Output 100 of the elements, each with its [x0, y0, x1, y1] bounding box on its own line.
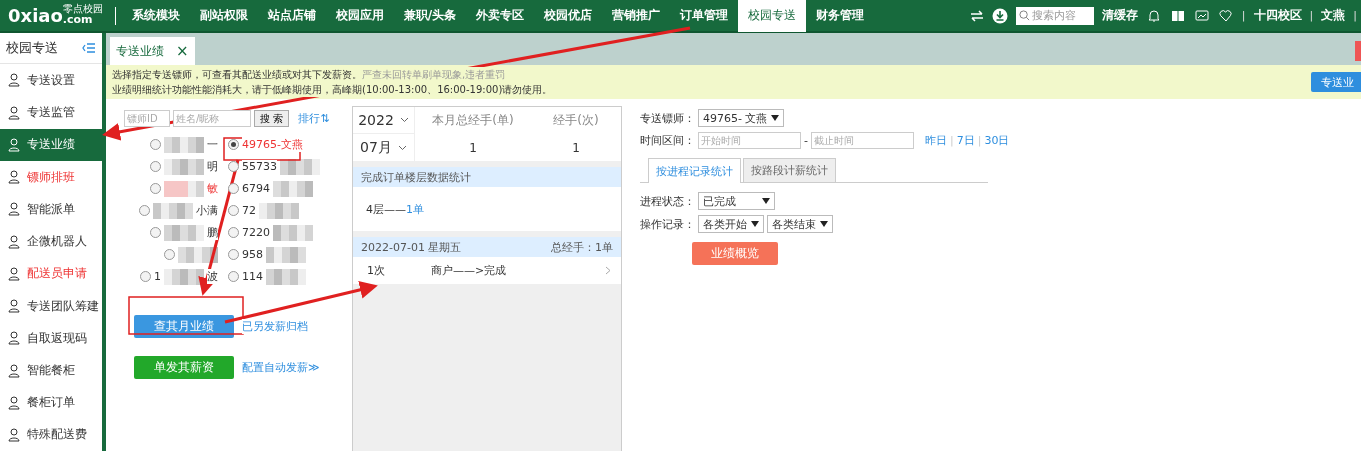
performance-button[interactable]: 专送业 [1311, 72, 1361, 92]
person-icon [8, 427, 22, 442]
end-record-select[interactable]: 各类结束 [767, 215, 833, 233]
name-field[interactable]: 姓名/昵称 [173, 110, 251, 127]
divider-text: | [1309, 9, 1314, 22]
divider-text: | [1241, 9, 1246, 22]
nav-tab[interactable]: 校园专送 [738, 0, 807, 32]
radio-button[interactable] [150, 183, 161, 194]
month-select[interactable]: 07月 [360, 138, 407, 157]
quick-range-link[interactable]: 30日 [984, 133, 1010, 148]
ranking-link[interactable]: 排行⇅ [298, 111, 330, 126]
chevron-down-icon [399, 117, 409, 123]
column-header: 经手(次) [553, 112, 599, 129]
sidebar-title: 校园专送 [6, 39, 58, 58]
start-record-select[interactable]: 各类开始 [698, 215, 764, 233]
courier-option[interactable]: 敏 [124, 180, 220, 197]
heart-icon [1217, 7, 1234, 24]
person-icon [8, 266, 22, 281]
search-button[interactable]: 搜 索 [254, 110, 290, 127]
person-icon [8, 299, 22, 314]
person-icon [8, 202, 22, 217]
radio-button[interactable] [139, 205, 150, 216]
radio-button[interactable] [228, 227, 239, 238]
radio-button[interactable] [228, 271, 239, 282]
start-time-field[interactable]: 开始时间 [698, 132, 801, 149]
nav-tab[interactable]: 兼职/头条 [393, 0, 467, 32]
quick-range-link[interactable]: 7日 [956, 133, 975, 148]
stats-tab[interactable]: 按路段计薪统计 [743, 158, 836, 182]
floor-label: 4层—— [366, 201, 406, 217]
courier-option[interactable]: 鹏 [124, 224, 220, 241]
radio-button[interactable] [228, 205, 239, 216]
date-heading: 2022-07-01 星期五 [361, 239, 462, 255]
courier-option[interactable]: 一 [124, 136, 220, 153]
radio-button[interactable] [150, 227, 161, 238]
caret-icon [751, 221, 759, 227]
table-cell: 1 [572, 140, 580, 155]
courier-option[interactable]: 114 [226, 268, 336, 285]
status-select[interactable]: 已完成 [698, 192, 775, 210]
courier-select[interactable]: 49765- 文燕 [698, 109, 785, 127]
courier-option[interactable]: 小满 [124, 202, 220, 219]
nav-tab[interactable]: 订单管理 [670, 0, 739, 32]
column-header: 本月总经手(单) [432, 112, 514, 129]
field-label: 操作记录： [640, 216, 695, 232]
nav-tab[interactable]: 财务管理 [806, 0, 875, 32]
courier-option[interactable]: 958 [226, 246, 336, 263]
person-icon [8, 73, 22, 88]
page-tab[interactable]: 专送业绩 × [110, 37, 195, 65]
field-label: 时间区间： [640, 133, 695, 148]
stats-tab[interactable]: 按进程记录统计 [648, 158, 741, 183]
nav-tab[interactable]: 校园优店 [534, 0, 603, 32]
radio-button[interactable] [228, 183, 239, 194]
range-dash: - [804, 134, 808, 147]
courier-id-field[interactable]: 镖师ID [124, 110, 170, 127]
radio-button[interactable] [228, 139, 239, 150]
end-time-field[interactable]: 截止时间 [811, 132, 914, 149]
divider-text: | [1353, 9, 1357, 22]
year-select[interactable]: 2022 [358, 112, 409, 128]
campus-name[interactable]: 十四校区 [1253, 7, 1302, 24]
nav-tab[interactable]: 系统模块 [121, 0, 190, 32]
person-icon [8, 105, 22, 120]
courier-option[interactable]: 6794 [226, 180, 336, 197]
clear-cache-link[interactable]: 清缓存 [1101, 7, 1138, 24]
person-icon [8, 395, 22, 410]
download-icon [991, 7, 1008, 24]
radio-button[interactable] [164, 249, 175, 260]
quick-range-link[interactable]: 昨日 [925, 133, 947, 148]
courier-option[interactable]: 1 波 [124, 268, 220, 285]
divider-text: | [950, 134, 954, 147]
section-title: 完成订单楼层数据统计 [361, 169, 471, 185]
nav-tab[interactable]: 营销推广 [602, 0, 671, 32]
nav-tab[interactable]: 外卖专区 [466, 0, 535, 32]
courier-option[interactable]: 72 [226, 202, 336, 219]
courier-option[interactable]: 49765-文燕 [226, 136, 336, 153]
chevron-down-icon [397, 144, 407, 151]
radio-button[interactable] [150, 139, 161, 150]
caret-icon [771, 115, 780, 121]
sidebar-item[interactable]: 专送业绩 [0, 128, 102, 161]
user-name[interactable]: 文燕 [1321, 7, 1346, 24]
courier-option[interactable]: 明 [124, 158, 220, 175]
nav-tab[interactable]: 站点店铺 [257, 0, 326, 32]
search-icon [1018, 10, 1030, 21]
nav-tab[interactable]: 副站权限 [189, 0, 258, 32]
search-field[interactable]: 搜索内容 [1015, 6, 1094, 25]
radio-button[interactable] [140, 271, 151, 282]
person-icon [8, 137, 22, 152]
courier-option[interactable]: 7220 [226, 224, 336, 241]
courier-option[interactable]: 55733 [226, 158, 336, 175]
radio-button[interactable] [150, 161, 161, 172]
radio-button[interactable] [228, 161, 239, 172]
archive-link[interactable]: 已另发薪归档 [242, 319, 308, 334]
auto-pay-link[interactable]: 配置自动发薪≫ [242, 360, 320, 375]
floor-count-link[interactable]: 1单 [406, 201, 424, 217]
nav-tab[interactable]: 校园应用 [325, 0, 394, 32]
collapse-icon [82, 42, 96, 55]
radio-button[interactable] [228, 249, 239, 260]
field-label: 专送镖师： [640, 110, 695, 126]
field-label: 进程状态： [640, 193, 695, 209]
close-icon[interactable]: × [176, 42, 189, 60]
record-row[interactable]: 1次 商户——>完成 [353, 257, 621, 284]
day-total: 总经手：1单 [551, 239, 613, 255]
